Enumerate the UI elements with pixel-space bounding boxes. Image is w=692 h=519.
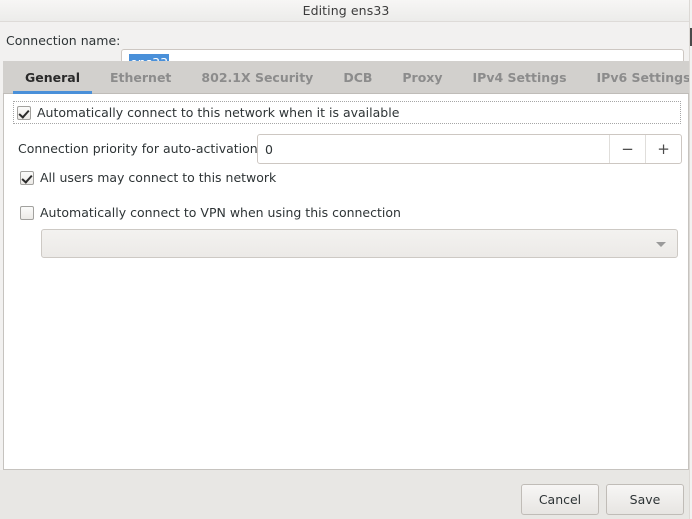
chevron-down-icon [656, 242, 666, 247]
tab-dcb[interactable]: DCB [328, 61, 387, 94]
auto-connect-label: Automatically connect to this network wh… [37, 105, 400, 120]
auto-connect-vpn-label: Automatically connect to VPN when using … [40, 205, 401, 220]
vpn-connection-dropdown[interactable] [41, 229, 678, 258]
connection-priority-spinner[interactable]: 0 − + [257, 134, 682, 164]
connection-priority-row: Connection priority for auto-activation:… [18, 134, 682, 164]
spinner-decrement-button[interactable]: − [609, 135, 645, 163]
connection-priority-value[interactable]: 0 [258, 135, 609, 163]
tab-general[interactable]: General [10, 61, 95, 94]
tab-strip: General Ethernet 802.1X Security DCB Pro… [3, 61, 692, 94]
tab-ipv6-settings[interactable]: IPv6 Settings [582, 61, 692, 94]
auto-connect-vpn-checkbox[interactable] [20, 205, 34, 220]
tab-ipv4-settings[interactable]: IPv4 Settings [458, 61, 582, 94]
save-button[interactable]: Save [606, 484, 684, 515]
general-tab-page: Automatically connect to this network wh… [3, 94, 689, 470]
connection-name-label: Connection name: [6, 33, 121, 48]
all-users-checkbox[interactable] [20, 170, 34, 185]
auto-connect-vpn-row[interactable]: Automatically connect to VPN when using … [20, 205, 401, 220]
tab-proxy[interactable]: Proxy [387, 61, 457, 94]
auto-connect-checkbox[interactable] [17, 105, 31, 120]
editing-connection-window: Editing ens33 Connection name: ens33 Gen… [0, 0, 692, 519]
all-users-label: All users may connect to this network [40, 170, 277, 185]
tab-ethernet[interactable]: Ethernet [95, 61, 186, 94]
all-users-row[interactable]: All users may connect to this network [20, 170, 276, 185]
settings-notebook: General Ethernet 802.1X Security DCB Pro… [3, 61, 692, 470]
spinner-increment-button[interactable]: + [645, 135, 681, 163]
connection-name-row: Connection name: ens33 [0, 22, 692, 75]
title-bar: Editing ens33 [0, 0, 692, 22]
tab-8021x-security[interactable]: 802.1X Security [186, 61, 328, 94]
auto-connect-row[interactable]: Automatically connect to this network wh… [13, 101, 681, 124]
cancel-button[interactable]: Cancel [521, 484, 599, 515]
connection-priority-label: Connection priority for auto-activation: [18, 141, 262, 156]
dialog-footer: Cancel Save [0, 470, 692, 519]
window-title: Editing ens33 [302, 3, 390, 18]
